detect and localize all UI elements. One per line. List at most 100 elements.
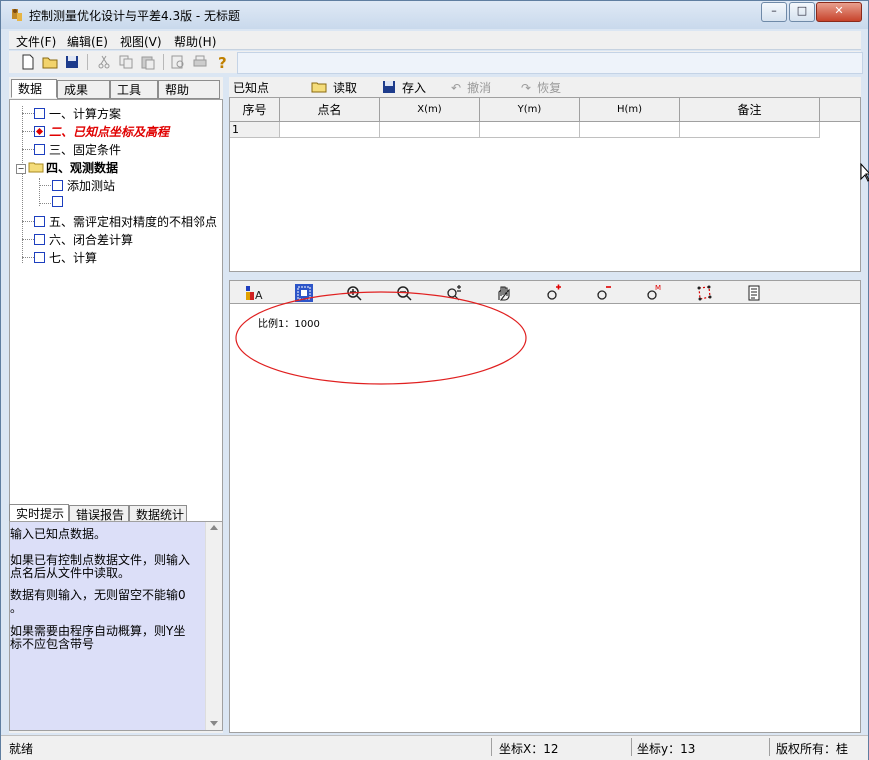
save-icon[interactable] [63, 53, 81, 71]
row-index-cell: 1 [230, 122, 280, 138]
scroll-down-icon[interactable] [210, 721, 218, 726]
print-icon[interactable] [191, 53, 209, 71]
tab-results[interactable]: 成果 [57, 80, 110, 99]
tree-line [39, 203, 51, 204]
tree-label: 添加测站 [67, 179, 116, 193]
tab-data[interactable]: 数据 [11, 79, 57, 98]
tab-tools[interactable]: 工具 [110, 80, 158, 99]
toolbar-blank-band [237, 52, 863, 74]
close-button[interactable]: ✕ [816, 2, 862, 22]
hint-text: 输入已知点数据。 [10, 527, 107, 541]
table-cell[interactable] [380, 122, 480, 138]
app-icon [12, 9, 22, 21]
tree-label: 五、需评定相对精度的不相邻点 [49, 215, 218, 229]
hint-text: 数据有则输入，无则留空不能输0 [10, 588, 186, 602]
folder-icon [28, 162, 44, 173]
tree-checkbox[interactable] [52, 180, 63, 191]
copy-icon[interactable] [117, 53, 135, 71]
tree-node-compute[interactable]: 七、计算 [34, 249, 97, 265]
tree-checkbox[interactable] [34, 252, 45, 263]
report-icon[interactable] [745, 284, 763, 302]
polygon-icon[interactable] [695, 284, 713, 302]
status-bar: 就绪 坐标X：12 坐标y：13 版权所有：桂 [1, 735, 868, 760]
maximize-button[interactable]: □ [789, 2, 815, 22]
mouse-cursor-icon [860, 163, 869, 182]
menu-file[interactable]: 文件(F) [16, 33, 56, 50]
cut-icon[interactable] [95, 53, 113, 71]
tree-label: 二、已知点坐标及高程 [49, 125, 170, 139]
table-cell[interactable] [580, 122, 680, 138]
menu-help[interactable]: 帮助(H) [174, 33, 216, 50]
undo-label: 撤消 [467, 81, 492, 95]
menu-view[interactable]: 视图(V) [120, 33, 162, 50]
menu-bar: 文件(F) 编辑(E) 视图(V) 帮助(H) [9, 31, 861, 50]
tree-checkbox[interactable] [34, 108, 45, 119]
hint-text: 点名后从文件中读取。 [10, 566, 131, 580]
store-button[interactable]: 存入 [382, 79, 426, 96]
read-label: 读取 [333, 81, 358, 95]
undo-button[interactable]: ↶ 撤消 [451, 79, 491, 96]
tree-line [22, 257, 34, 258]
right-pane: 已知点 读取 存入 ↶ 撤消 ↷ 恢复 序号 点名 X(m) Y(m) H(m) 备… [229, 77, 861, 733]
redo-button[interactable]: ↷ 恢复 [521, 79, 561, 96]
undo-icon: ↶ [451, 81, 462, 95]
tab-help[interactable]: 帮助 [158, 80, 220, 99]
tree-label: 六、闭合差计算 [49, 233, 134, 247]
status-ready: 就绪 [9, 742, 34, 756]
tree-node-calc-plan[interactable]: 一、计算方案 [34, 105, 121, 121]
tree-checkbox[interactable] [34, 144, 45, 155]
status-separator [491, 738, 492, 756]
tree-node-fixed-conditions[interactable]: 三、固定条件 [34, 141, 121, 157]
column-header-x[interactable]: X(m) [380, 98, 480, 122]
help-icon[interactable]: ? [213, 53, 231, 71]
menu-edit[interactable]: 编辑(E) [67, 33, 108, 50]
new-file-icon[interactable] [19, 53, 37, 71]
data-tree: 一、计算方案 二、已知点坐标及高程 三、固定条件 − 四、观测数据 添加测站 五、… [9, 99, 223, 572]
tree-checkbox[interactable] [52, 196, 63, 207]
read-button[interactable]: 读取 [311, 79, 357, 96]
column-header-name[interactable]: 点名 [280, 98, 380, 122]
minimize-button[interactable]: – [761, 2, 787, 22]
table-cell[interactable] [480, 122, 580, 138]
network-canvas[interactable]: 比例1：1000 [229, 291, 861, 733]
column-header-h[interactable]: H(m) [580, 98, 680, 122]
tree-checkbox[interactable] [34, 234, 45, 245]
table-cell[interactable] [280, 122, 380, 138]
tree-checkbox-selected[interactable] [34, 126, 45, 137]
tree-label: 一、计算方案 [49, 107, 122, 121]
status-coord-x: 坐标X：12 [499, 742, 559, 756]
print-preview-icon[interactable] [169, 53, 187, 71]
remove-point-icon[interactable] [595, 284, 613, 302]
paste-icon[interactable] [139, 53, 157, 71]
hint-text: 标不应包含带号 [10, 637, 95, 651]
tree-node-observations[interactable]: − 四、观测数据 [16, 159, 118, 175]
scroll-up-icon[interactable] [210, 525, 218, 530]
column-header-y[interactable]: Y(m) [480, 98, 580, 122]
column-header-note[interactable]: 备注 [680, 98, 820, 122]
tree-checkbox[interactable] [34, 216, 45, 227]
redo-label: 恢复 [537, 81, 562, 95]
title-bar: 控制测量优化设计与平差4.3版 - 无标题 – □ ✕ [1, 1, 868, 29]
tree-label: 七、计算 [49, 251, 98, 265]
tree-node-known-points[interactable]: 二、已知点坐标及高程 [34, 123, 169, 139]
open-folder-icon[interactable] [41, 53, 59, 71]
collapse-toggle-icon[interactable]: − [16, 164, 26, 174]
column-header-index[interactable]: 序号 [230, 98, 280, 122]
tree-line [39, 185, 51, 186]
tree-node-closure[interactable]: 六、闭合差计算 [34, 231, 133, 247]
move-point-icon[interactable]: M [645, 284, 663, 302]
table-cell[interactable] [680, 122, 820, 138]
save-icon [383, 81, 395, 93]
tree-node-add-station[interactable]: 添加测站 [52, 177, 115, 193]
tree-label: 三、固定条件 [49, 143, 122, 157]
known-points-grid: 序号 点名 X(m) Y(m) H(m) 备注 1 [229, 97, 861, 272]
tree-line [22, 131, 34, 132]
open-folder-icon [311, 82, 327, 93]
app-window: 控制测量优化设计与平差4.3版 - 无标题 – □ ✕ 文件(F) 编辑(E) … [0, 0, 869, 760]
add-point-icon[interactable] [545, 284, 563, 302]
svg-text:M: M [655, 284, 661, 292]
tree-node-station-empty[interactable] [52, 195, 67, 211]
hint-scrollbar[interactable] [205, 522, 222, 730]
window-title: 控制测量优化设计与平差4.3版 - 无标题 [29, 9, 241, 23]
tree-node-relative-precision[interactable]: 五、需评定相对精度的不相邻点 [34, 213, 217, 229]
